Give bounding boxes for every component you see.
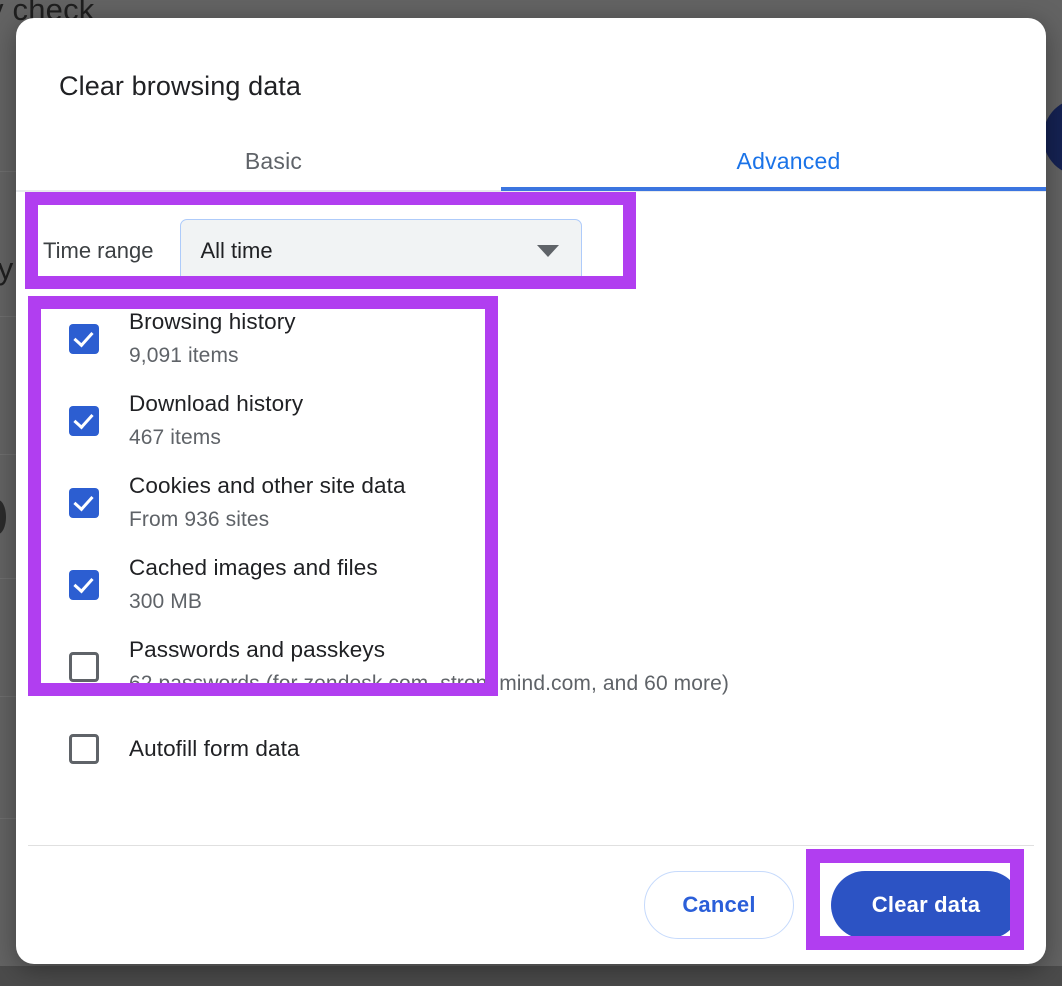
list-item-title: Cached images and files [129, 554, 378, 580]
tab-bar: Basic Advanced [16, 131, 1046, 191]
dialog-scroll-body[interactable]: Time range All time Browsing history 9,0… [16, 194, 1046, 829]
checkbox-cached-images-and-files[interactable] [69, 570, 99, 600]
time-range-row: Time range All time [43, 219, 583, 283]
background-divider [0, 578, 16, 579]
time-range-select[interactable]: All time [180, 219, 583, 283]
list-item-texts: Browsing history 9,091 items [129, 307, 296, 372]
list-item-title: Autofill form data [129, 735, 300, 761]
list-item-subtitle: From 936 sites [129, 507, 270, 531]
list-item[interactable]: Cached images and files 300 MB [16, 544, 1046, 626]
list-item-title: Download history [129, 390, 304, 416]
list-item[interactable]: Passwords and passkeys 62 passwords (for… [16, 626, 1046, 708]
background-divider [0, 454, 16, 455]
time-range-selected-value: All time [200, 238, 273, 263]
checkbox-browsing-history[interactable] [69, 324, 99, 354]
list-item[interactable]: Cookies and other site data From 936 sit… [16, 462, 1046, 544]
list-item-title: Passwords and passkeys [129, 636, 386, 662]
clear-data-button[interactable]: Clear data [831, 871, 1021, 939]
list-item[interactable]: Browsing history 9,091 items [16, 298, 1046, 380]
background-text-fragment-left: cy [0, 251, 14, 286]
dialog-footer: Cancel Clear data [16, 846, 1046, 964]
list-item-title: Cookies and other site data [129, 472, 406, 498]
list-item[interactable]: Download history 467 items [16, 380, 1046, 462]
list-item-texts: Download history 467 items [129, 389, 303, 454]
background-shape [0, 500, 6, 534]
list-item-texts: Cached images and files 300 MB [129, 553, 378, 618]
checkbox-autofill-form-data[interactable] [69, 734, 99, 764]
tab-basic[interactable]: Basic [16, 131, 531, 191]
time-range-label: Time range [43, 238, 154, 263]
page-title: Clear browsing data [59, 71, 302, 101]
list-item-texts: Cookies and other site data From 936 sit… [129, 471, 406, 536]
screen: y check cy Clear browsing data Basic Adv… [0, 0, 1062, 986]
chevron-down-icon [537, 245, 560, 257]
cancel-button[interactable]: Cancel [644, 871, 794, 939]
checkbox-cookies-and-site-data[interactable] [69, 488, 99, 518]
background-divider [0, 696, 16, 697]
checkbox-passwords-and-passkeys[interactable] [69, 652, 99, 682]
list-item-subtitle: 9,091 items [129, 343, 239, 367]
checkbox-download-history[interactable] [69, 406, 99, 436]
clear-browsing-data-dialog: Clear browsing data Basic Advanced Time … [16, 18, 1046, 964]
data-type-list: Browsing history 9,091 items Download hi… [16, 298, 1046, 790]
list-item-texts: Passwords and passkeys 62 passwords (for… [129, 635, 729, 700]
list-item-subtitle: 467 items [129, 425, 221, 449]
list-item-subtitle: 300 MB [129, 589, 202, 613]
list-item-texts: Autofill form data [129, 734, 300, 764]
list-item-title: Browsing history [129, 308, 296, 334]
tab-advanced[interactable]: Advanced [531, 131, 1046, 191]
background-bottom-bar [0, 966, 1062, 986]
background-divider [0, 316, 16, 317]
background-divider [0, 171, 16, 172]
list-item-subtitle: 62 passwords (for zendesk.com, strongmin… [129, 671, 729, 695]
tab-active-indicator [501, 187, 1046, 191]
list-item[interactable]: Autofill form data [16, 708, 1046, 790]
background-divider [0, 818, 16, 819]
